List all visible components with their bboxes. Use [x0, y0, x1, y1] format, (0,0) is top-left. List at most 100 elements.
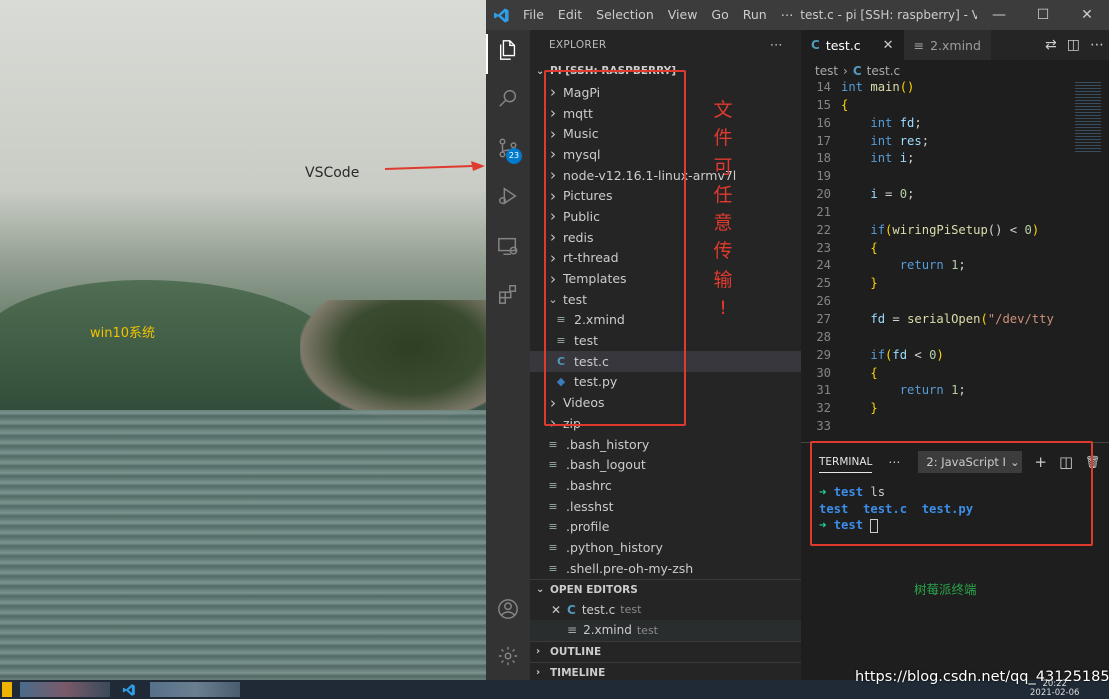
- code-text: }: [870, 401, 878, 416]
- tree-item[interactable]: ≡ .bash_logout: [530, 454, 801, 475]
- code-text: fd = serialOpen("/dev/tty: [870, 311, 1054, 326]
- source-control-badge: 23: [506, 148, 522, 164]
- code-editor[interactable]: 14 int main() 15{16 int fd; 17 int res; 18 i…: [801, 80, 1109, 472]
- open-editor-dir: test: [620, 603, 642, 617]
- vscode-annotation-label: VSCode: [305, 165, 360, 181]
- menu-selection[interactable]: Selection: [589, 0, 661, 30]
- taskbar-app-icons[interactable]: [20, 682, 110, 697]
- minimize-button[interactable]: —: [977, 0, 1021, 30]
- line-number: 25: [816, 276, 831, 291]
- code-line: 31 return 1;: [801, 383, 1109, 401]
- taskbar-clock[interactable]: 20:22 2021-02-06: [1030, 680, 1079, 698]
- code-text: i = 0;: [870, 187, 915, 202]
- close-button[interactable]: ✕: [1065, 0, 1109, 30]
- close-icon[interactable]: ✕: [549, 603, 563, 617]
- account-icon[interactable]: [494, 595, 522, 623]
- line-number: 22: [816, 222, 831, 237]
- annotation-char: 任: [713, 183, 733, 206]
- vscode-logo-icon: [486, 0, 516, 30]
- line-number: 18: [816, 151, 831, 166]
- maximize-button[interactable]: ☐: [1021, 0, 1065, 30]
- start-icon[interactable]: [2, 682, 12, 697]
- open-editor-item[interactable]: ≡ 2.xmind test: [530, 620, 801, 641]
- settings-gear-icon[interactable]: [494, 642, 522, 670]
- minimap[interactable]: [1075, 82, 1101, 152]
- tree-item[interactable]: ≡ .python_history: [530, 537, 801, 558]
- menu-edit[interactable]: Edit: [551, 0, 589, 30]
- line-number: 29: [816, 347, 831, 362]
- code-line: 28: [801, 330, 1109, 348]
- code-line: 14 int main(): [801, 80, 1109, 98]
- tab-test-c[interactable]: C test.c ✕: [801, 30, 904, 60]
- tree-item[interactable]: ≡ .lesshst: [530, 496, 801, 517]
- line-number: 31: [816, 383, 831, 398]
- line-number: 33: [816, 419, 831, 434]
- line-number: 16: [816, 115, 831, 130]
- chevron-right-icon: ›: [536, 667, 541, 678]
- split-editor-icon[interactable]: ◫: [1062, 37, 1085, 53]
- outline-section[interactable]: › OUTLINE: [530, 640, 801, 662]
- clock-date: 2021-02-06: [1030, 688, 1080, 698]
- vscode-taskbar-icon[interactable]: [120, 682, 138, 697]
- tree-item-label: .python_history: [566, 539, 663, 555]
- tab-2-xmind[interactable]: ≡ 2.xmind: [903, 30, 991, 60]
- explorer-icon[interactable]: [494, 36, 522, 64]
- annotation-char: 可: [713, 155, 733, 178]
- code-line: 22 if(wiringPiSetup() < 0): [801, 223, 1109, 241]
- code-text: int fd;: [870, 115, 922, 130]
- code-line: 21: [801, 205, 1109, 223]
- taskbar-app-icons[interactable]: [150, 682, 240, 697]
- chevron-down-icon: ⌄: [536, 584, 545, 595]
- menu-bar: File Edit Selection View Go Run ⋯: [516, 0, 800, 30]
- c-file-icon: C: [852, 64, 862, 78]
- tree-item[interactable]: ≡ .profile: [530, 516, 801, 537]
- line-number: 15: [816, 97, 831, 112]
- outline-title: OUTLINE: [550, 645, 602, 658]
- tree-item[interactable]: ≡ .shell.pre-oh-my-zsh: [530, 558, 801, 579]
- code-line: 23 {: [801, 241, 1109, 259]
- remote-explorer-icon[interactable]: [494, 232, 522, 260]
- activity-bar: 23: [486, 30, 530, 680]
- wallpaper-island: [300, 300, 486, 420]
- code-line: 15 {: [801, 98, 1109, 116]
- open-editor-item[interactable]: ✕ C test.c test: [530, 600, 801, 621]
- file-icon: ≡: [567, 623, 578, 638]
- menu-more[interactable]: ⋯: [774, 0, 801, 30]
- open-editors-section[interactable]: ⌄ OPEN EDITORS: [530, 578, 801, 600]
- code-line: 32 }: [801, 401, 1109, 419]
- code-line: 19: [801, 169, 1109, 187]
- annotation-char: 意: [713, 212, 733, 235]
- code-line: 18 int i;: [801, 151, 1109, 169]
- wallpaper-hill: [0, 280, 340, 420]
- compare-changes-icon[interactable]: ⇄: [1040, 37, 1062, 53]
- breadcrumb-file[interactable]: test.c: [867, 64, 900, 78]
- code-line: 24 return 1;: [801, 258, 1109, 276]
- extensions-icon[interactable]: [494, 280, 522, 308]
- active-indicator: [486, 34, 488, 74]
- tree-item[interactable]: ≡ .bashrc: [530, 475, 801, 496]
- line-number: 14: [816, 80, 831, 94]
- code-text: {: [870, 240, 878, 255]
- close-icon[interactable]: ✕: [883, 38, 894, 53]
- line-number: 27: [816, 311, 831, 326]
- editor-tabs: C test.c ✕ ≡ 2.xmind ⇄ ◫ ⋯: [801, 30, 1109, 60]
- line-number: 30: [816, 365, 831, 380]
- code-text: return 1;: [899, 258, 966, 273]
- explorer-more-button[interactable]: ⋯: [770, 38, 783, 53]
- tree-item-label: .shell.pre-oh-my-zsh: [566, 560, 694, 576]
- tree-item[interactable]: ≡ .bash_history: [530, 434, 801, 455]
- code-text: int res;: [870, 133, 930, 148]
- more-actions-icon[interactable]: ⋯: [1085, 37, 1109, 53]
- tree-item-label: .profile: [566, 519, 610, 535]
- search-icon[interactable]: [494, 84, 522, 112]
- breadcrumb-folder[interactable]: test: [815, 64, 838, 78]
- menu-view[interactable]: View: [661, 0, 705, 30]
- menu-file[interactable]: File: [516, 0, 551, 30]
- line-number: 28: [816, 329, 831, 344]
- run-debug-icon[interactable]: [494, 182, 522, 210]
- title-bar: File Edit Selection View Go Run ⋯ test.c…: [486, 0, 1109, 30]
- line-number: 21: [816, 204, 831, 219]
- menu-go[interactable]: Go: [704, 0, 735, 30]
- code-text: int i;: [870, 151, 915, 166]
- menu-run[interactable]: Run: [736, 0, 774, 30]
